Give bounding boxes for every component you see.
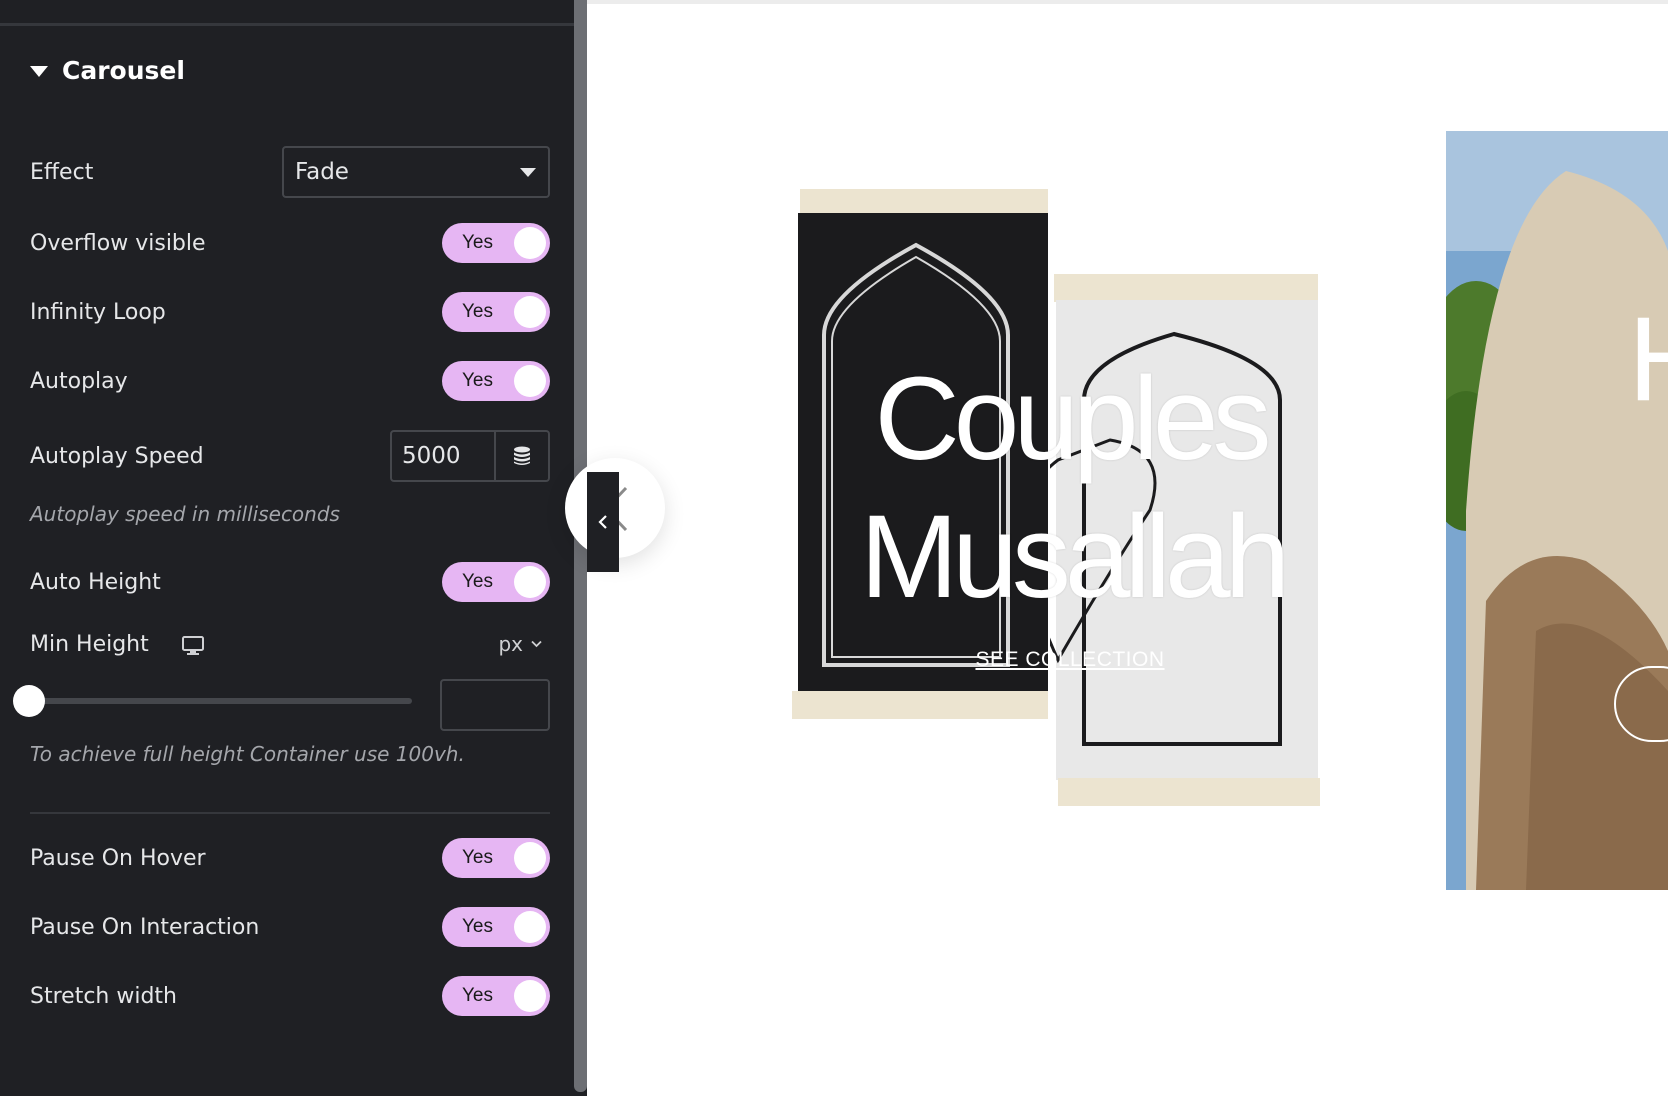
min-height-slider-handle[interactable]: [13, 685, 45, 717]
dynamic-tags-button[interactable]: [496, 432, 548, 480]
toggle-text: Yes: [462, 985, 493, 1006]
pause-on-interaction-toggle[interactable]: Yes: [442, 907, 550, 947]
pause-on-hover-toggle[interactable]: Yes: [442, 838, 550, 878]
stretch-width-label: Stretch width: [30, 983, 177, 1009]
dropdown-arrow-icon: [520, 167, 536, 177]
control-effect: Effect Fade: [30, 145, 550, 199]
min-height-slider-track[interactable]: [30, 698, 412, 704]
effect-select[interactable]: Fade: [282, 146, 550, 198]
autoplay-speed-input[interactable]: 5000: [392, 432, 496, 480]
toggle-text: Yes: [462, 370, 493, 391]
caret-down-icon[interactable]: [30, 66, 48, 77]
panel-top-divider: [0, 23, 574, 26]
unit-selector[interactable]: px: [498, 632, 542, 656]
control-pause-on-hover: Pause On Hover Yes: [30, 837, 550, 879]
panel-divider: [30, 812, 550, 814]
control-stretch-width: Stretch width Yes: [30, 975, 550, 1017]
database-icon: [514, 446, 530, 465]
effect-label: Effect: [30, 159, 94, 185]
toggle-knob: [514, 911, 546, 943]
toggle-text: Yes: [462, 301, 493, 322]
min-height-input[interactable]: [440, 679, 550, 731]
autoplay-speed-label: Autoplay Speed: [30, 443, 204, 469]
min-height-hint: To achieve full height Container use 100…: [30, 742, 465, 766]
unit-value: px: [498, 632, 523, 656]
min-height-label-group: Min Height: [30, 632, 204, 657]
effect-select-value: Fade: [295, 159, 349, 185]
control-autoplay-speed: Autoplay Speed 5000: [30, 429, 550, 483]
section-header-carousel[interactable]: Carousel: [30, 56, 185, 85]
toggle-knob: [514, 227, 546, 259]
infinity-loop-toggle[interactable]: Yes: [442, 292, 550, 332]
slide-title-line-2: Musallah: [860, 491, 1290, 623]
control-autoplay: Autoplay Yes: [30, 360, 550, 402]
toggle-knob: [514, 296, 546, 328]
editor-panel: Carousel Effect Fade Overflow visible Ye…: [0, 0, 587, 1096]
toggle-knob: [514, 566, 546, 598]
toggle-text: Yes: [462, 916, 493, 937]
preview-top-border: [587, 0, 1668, 4]
toggle-text: Yes: [462, 571, 493, 592]
slide-title: Couples Musallah: [860, 350, 1290, 626]
next-slide-photo: [1446, 131, 1668, 890]
section-title: Carousel: [62, 56, 185, 85]
see-collection-link[interactable]: SEE COLLECTION: [860, 648, 1280, 672]
control-infinity-loop: Infinity Loop Yes: [30, 291, 550, 333]
control-auto-height: Auto Height Yes: [30, 561, 550, 603]
chevron-down-icon: [531, 640, 542, 648]
control-min-height: Min Height px: [30, 623, 550, 665]
toggle-knob: [514, 980, 546, 1012]
control-overflow-visible: Overflow visible Yes: [30, 222, 550, 264]
collapse-panel-icon: [598, 515, 607, 529]
toggle-text: Yes: [462, 232, 493, 253]
overflow-visible-label: Overflow visible: [30, 230, 206, 256]
pause-on-hover-label: Pause On Hover: [30, 845, 206, 871]
collapse-panel-button[interactable]: [587, 472, 619, 572]
auto-height-toggle[interactable]: Yes: [442, 562, 550, 602]
toggle-text: Yes: [462, 847, 493, 868]
stretch-width-toggle[interactable]: Yes: [442, 976, 550, 1016]
autoplay-label: Autoplay: [30, 368, 128, 394]
next-slide-letter: H: [1628, 290, 1668, 428]
desktop-monitor-icon[interactable]: [181, 636, 204, 656]
toggle-knob: [514, 365, 546, 397]
control-pause-on-interaction: Pause On Interaction Yes: [30, 906, 550, 948]
toggle-knob: [514, 842, 546, 874]
infinity-loop-label: Infinity Loop: [30, 299, 166, 325]
autoplay-toggle[interactable]: Yes: [442, 361, 550, 401]
auto-height-label: Auto Height: [30, 569, 161, 595]
pause-on-interaction-label: Pause On Interaction: [30, 914, 260, 940]
slide-title-line-1: Couples: [874, 353, 1272, 485]
autoplay-speed-hint: Autoplay speed in milliseconds: [30, 502, 340, 526]
autoplay-speed-field: 5000: [390, 430, 550, 482]
min-height-label: Min Height: [30, 631, 149, 657]
overflow-visible-toggle[interactable]: Yes: [442, 223, 550, 263]
